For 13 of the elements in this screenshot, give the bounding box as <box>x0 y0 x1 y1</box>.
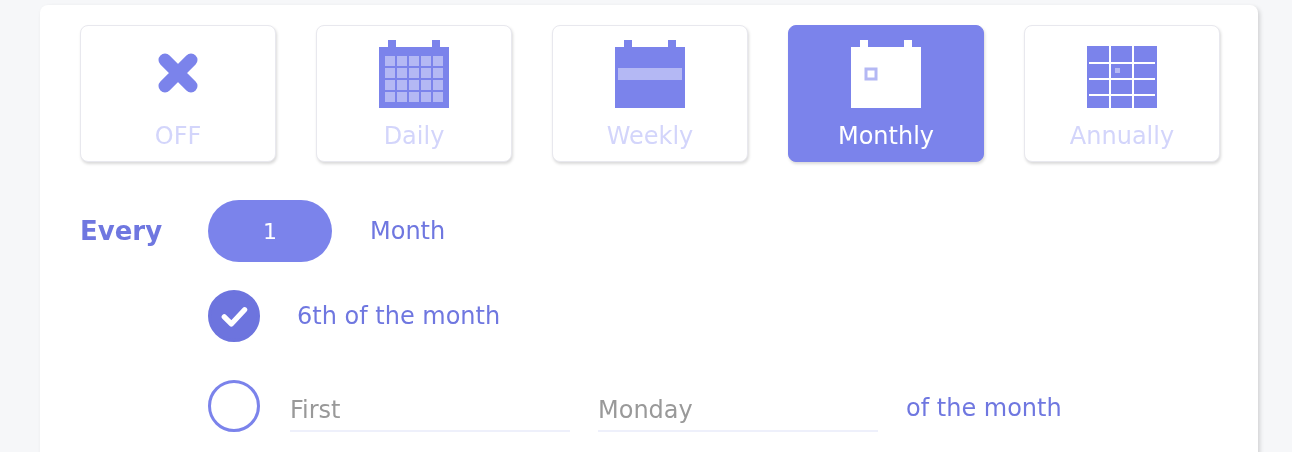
ordinal-field[interactable]: First <box>290 394 570 432</box>
option-label: 6th of the month <box>297 302 501 330</box>
weekday-field[interactable]: Monday <box>598 394 878 432</box>
calendar-icon <box>851 38 921 108</box>
interval-field[interactable]: 1 <box>208 200 332 262</box>
frequency-tab[interactable]: Monthly <box>788 25 984 162</box>
unit-label: Month <box>370 217 446 245</box>
every-label: Every <box>80 216 164 246</box>
radio-button[interactable] <box>208 380 260 432</box>
option-label: of the month <box>906 394 1062 422</box>
radio-button[interactable] <box>208 290 260 342</box>
calendar-icon <box>615 38 685 108</box>
calendar-icon <box>379 38 449 108</box>
